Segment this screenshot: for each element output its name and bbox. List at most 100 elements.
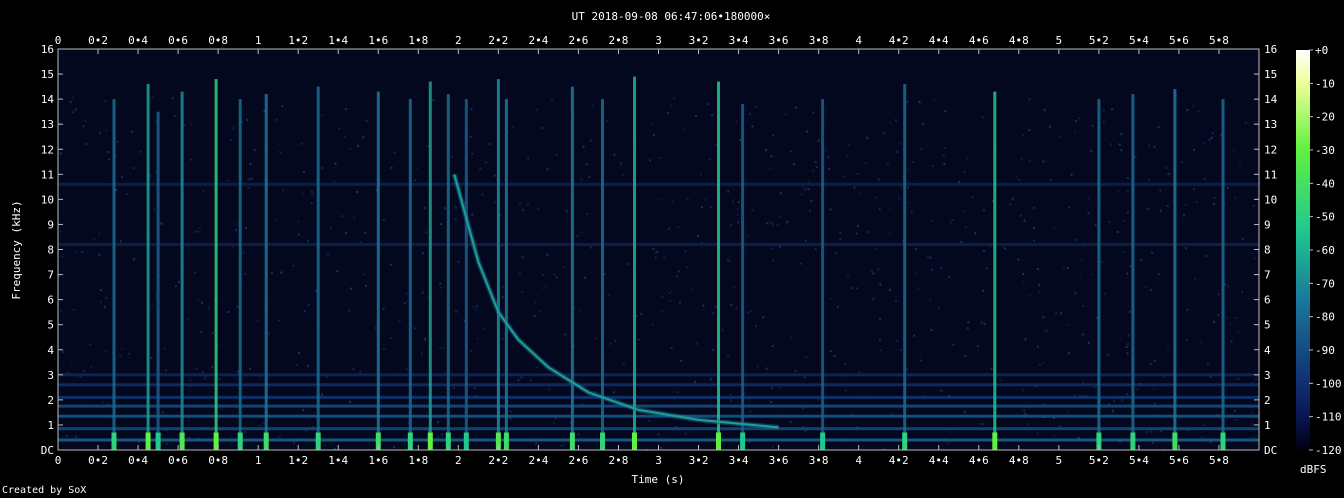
noise-speck	[712, 348, 715, 351]
colorbar-tick-label: -70	[1315, 277, 1335, 290]
impulse-line	[993, 91, 997, 450]
noise-speck	[105, 296, 108, 299]
noise-speck	[1011, 197, 1014, 200]
noise-speck	[789, 336, 792, 339]
impulse-base	[600, 432, 605, 450]
noise-speck	[1091, 273, 1094, 276]
noise-speck	[580, 231, 583, 234]
noise-speck	[82, 125, 85, 128]
noise-speck	[589, 246, 592, 249]
noise-speck	[1003, 247, 1006, 250]
noise-speck	[1213, 320, 1215, 323]
noise-speck	[161, 411, 164, 414]
noise-speck	[983, 323, 986, 326]
x-tick-label-top: 3•4	[729, 34, 749, 47]
noise-speck	[421, 291, 424, 294]
noise-speck	[1038, 291, 1041, 294]
impulse-line	[112, 99, 116, 450]
noise-speck	[1159, 189, 1162, 192]
noise-speck	[952, 343, 955, 346]
noise-speck	[493, 174, 496, 177]
y-tick-label-right: 15	[1264, 68, 1277, 81]
noise-speck	[766, 222, 769, 225]
noise-speck	[1107, 353, 1110, 356]
noise-speck	[964, 226, 967, 229]
noise-speck	[588, 175, 591, 178]
noise-speck	[62, 351, 64, 353]
y-tick-label-right: DC	[1264, 444, 1277, 457]
noise-speck	[754, 105, 757, 108]
impulse-base	[315, 432, 321, 450]
noise-speck	[246, 118, 249, 121]
noise-speck	[678, 301, 681, 304]
noise-speck	[126, 193, 129, 195]
x-tick-label-bottom: 2•2	[488, 454, 508, 467]
noise-speck	[771, 387, 774, 390]
noise-speck	[247, 178, 250, 181]
noise-speck	[198, 230, 201, 233]
noise-speck	[1167, 173, 1170, 176]
noise-speck	[107, 158, 110, 161]
noise-speck	[1184, 204, 1187, 206]
noise-speck	[1070, 173, 1073, 176]
y-tick-label-left: 2	[47, 394, 54, 407]
noise-speck	[551, 99, 553, 102]
impulse-line	[264, 94, 268, 450]
noise-speck	[107, 151, 110, 153]
noise-speck	[810, 199, 813, 202]
noise-speck	[1151, 251, 1154, 254]
noise-speck	[406, 300, 409, 303]
noise-speck	[356, 191, 359, 193]
noise-speck	[472, 306, 475, 309]
noise-speck	[864, 162, 867, 164]
noise-speck	[755, 325, 757, 328]
noise-speck	[100, 289, 102, 291]
noise-speck	[517, 379, 520, 382]
noise-speck	[151, 95, 154, 98]
noise-speck	[1028, 294, 1031, 297]
noise-speck	[281, 189, 284, 192]
noise-speck	[889, 232, 891, 235]
impulse-base	[632, 432, 637, 450]
y-tick-label-left: 6	[47, 294, 54, 307]
noise-speck	[341, 215, 344, 218]
noise-speck	[1205, 255, 1207, 257]
noise-speck	[103, 306, 106, 309]
noise-speck	[908, 201, 911, 204]
noise-speck	[858, 192, 861, 195]
noise-speck	[1022, 273, 1024, 275]
noise-speck	[98, 131, 101, 134]
noise-speck	[300, 142, 303, 145]
noise-speck	[851, 287, 854, 290]
noise-speck	[1206, 362, 1209, 365]
noise-speck	[926, 255, 929, 258]
noise-speck	[344, 108, 347, 111]
x-tick-label-bottom: 4•8	[1009, 454, 1029, 467]
noise-speck	[1067, 324, 1070, 327]
noise-speck	[203, 377, 206, 380]
noise-speck	[541, 126, 544, 129]
noise-speck	[853, 186, 856, 189]
noise-speck	[980, 321, 983, 324]
noise-speck	[1053, 227, 1056, 230]
noise-speck	[814, 248, 817, 250]
noise-speck	[201, 371, 204, 374]
noise-speck	[779, 192, 782, 195]
noise-speck	[161, 222, 163, 225]
noise-speck	[668, 292, 671, 294]
noise-speck	[488, 143, 491, 145]
noise-speck	[657, 433, 660, 436]
noise-speck	[621, 174, 624, 176]
noise-speck	[1022, 389, 1025, 392]
noise-speck	[800, 193, 803, 196]
impulse-line	[717, 81, 720, 450]
noise-speck	[866, 136, 869, 139]
noise-speck	[174, 285, 177, 288]
x-tick-label-bottom: 3•2	[689, 454, 709, 467]
noise-speck	[1213, 196, 1216, 199]
x-tick-label-bottom: 0•4	[128, 454, 148, 467]
noise-speck	[236, 305, 239, 308]
x-tick-label-bottom: 1•2	[288, 454, 308, 467]
noise-speck	[1254, 257, 1256, 260]
noise-speck	[1113, 399, 1116, 402]
